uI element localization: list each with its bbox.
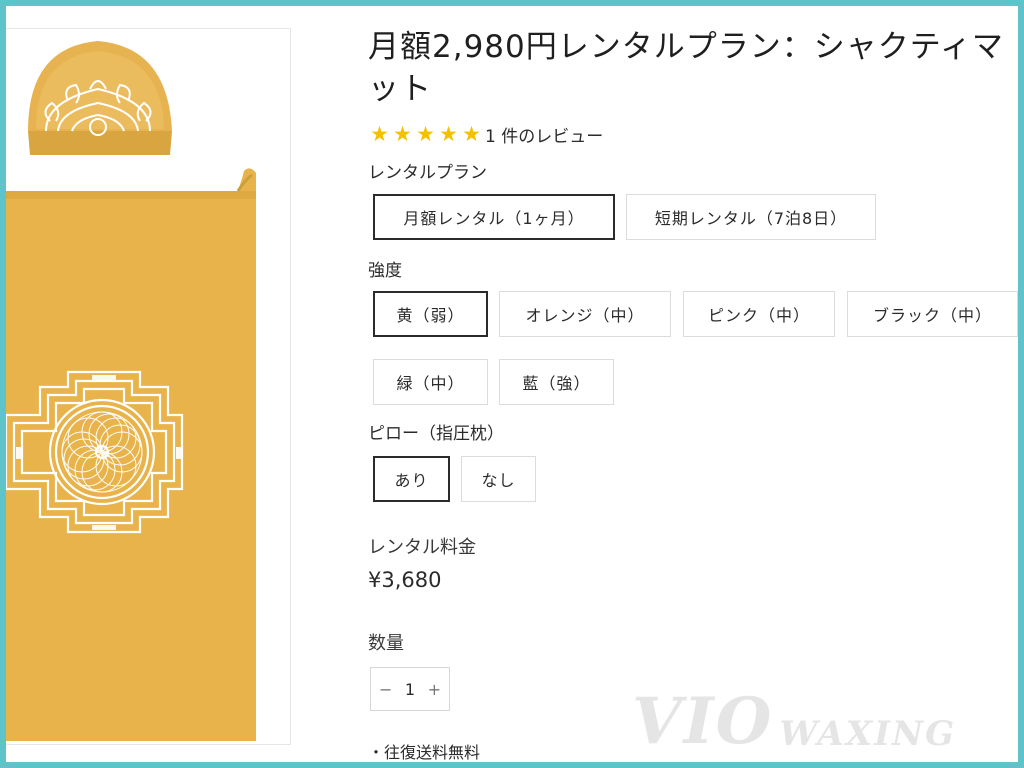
intensity-option-indigo[interactable]: 藍（強） [499, 359, 614, 405]
plan-option-short-term[interactable]: 短期レンタル（7泊8日） [626, 194, 876, 240]
shipping-note: ・往復送料無料 [368, 743, 481, 762]
intensity-option-black[interactable]: ブラック（中） [847, 291, 1018, 337]
quantity-label: 数量 [368, 633, 404, 654]
intensity-option-pink[interactable]: ピンク（中） [683, 291, 835, 337]
intensity-label: 強度 [368, 261, 402, 281]
mat-image [6, 168, 256, 741]
intensity-option-green[interactable]: 緑（中） [373, 359, 488, 405]
product-title: 月額2,980円レンタルプラン：シャクティマット [368, 29, 1004, 107]
price-label: レンタル料金 [368, 537, 476, 558]
quantity-decrease-button[interactable]: − [379, 680, 392, 699]
rating[interactable]: ★ ★ ★ ★ ★ 1 件のレビュー [368, 122, 603, 148]
intensity-option-yellow[interactable]: 黄（弱） [373, 291, 488, 337]
quantity-stepper[interactable]: − 1 + [370, 667, 450, 711]
pillow-image [28, 41, 172, 155]
review-count-link[interactable]: 1 件のレビュー [485, 122, 603, 147]
pillow-label: ピロー（指圧枕） [368, 424, 504, 444]
price-value: ¥3,680 [368, 568, 442, 592]
star-icon: ★ [416, 122, 435, 146]
plan-label: レンタルプラン [368, 163, 487, 183]
pillow-option-yes[interactable]: あり [373, 456, 450, 502]
quantity-value[interactable]: 1 [405, 680, 415, 699]
star-icon: ★ [462, 122, 481, 146]
intensity-option-orange[interactable]: オレンジ（中） [499, 291, 671, 337]
page-frame: 月額2,980円レンタルプラン：シャクティマット ★ ★ ★ ★ ★ 1 件のレ… [6, 6, 1018, 762]
star-rating: ★ ★ ★ ★ ★ [368, 124, 483, 145]
quantity-increase-button[interactable]: + [428, 680, 441, 699]
watermark-logo: VIO WAXING [632, 680, 1012, 759]
watermark-text-vio: VIO [632, 684, 774, 759]
watermark-text-waxing: WAXING [779, 714, 957, 754]
star-icon: ★ [439, 122, 458, 146]
shakti-mat-image [6, 41, 256, 741]
product-image[interactable] [6, 28, 291, 745]
plan-option-monthly[interactable]: 月額レンタル（1ヶ月） [373, 194, 615, 240]
star-icon: ★ [370, 122, 389, 146]
star-icon: ★ [393, 122, 412, 146]
pillow-option-no[interactable]: なし [461, 456, 536, 502]
